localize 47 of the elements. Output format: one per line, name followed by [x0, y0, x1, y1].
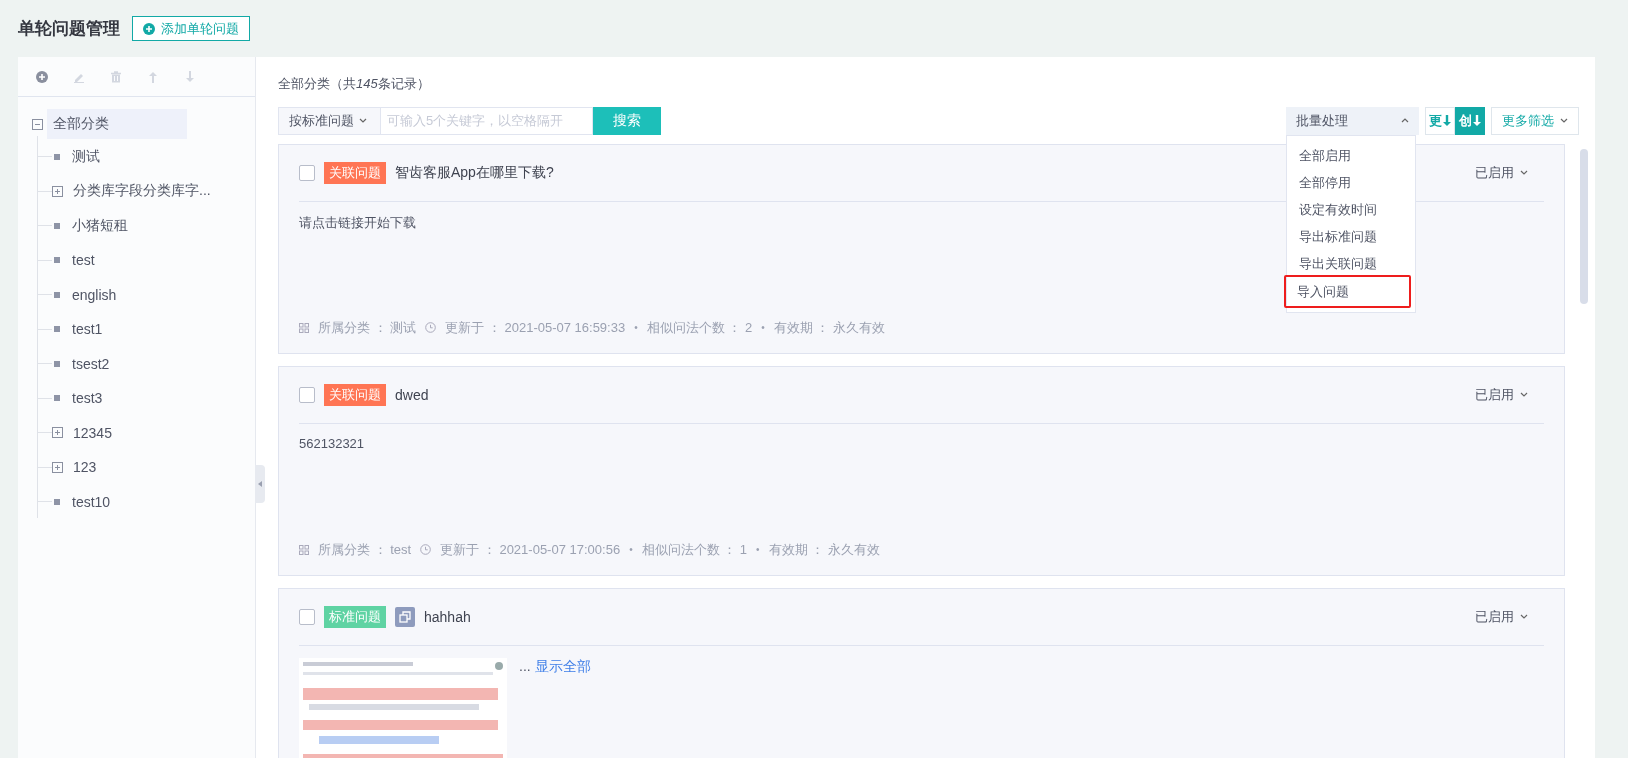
tag-label: 关联问题	[324, 161, 386, 184]
tree-item[interactable]: 分类库字段分类库字...	[73, 177, 217, 206]
batch-dropdown[interactable]: 批量处理	[1286, 106, 1419, 135]
tree-item[interactable]: 测试	[72, 142, 106, 171]
menu-item[interactable]: 设定有效时间	[1287, 193, 1411, 221]
menu-item[interactable]: 全部停用	[1287, 166, 1411, 194]
tree-item[interactable]: 123	[73, 454, 103, 481]
tag-label: 关联问题	[324, 383, 386, 406]
tree-item[interactable]: tsest2	[72, 350, 116, 377]
tree-item[interactable]: english	[72, 281, 123, 308]
menu-item[interactable]: 导入问题	[1284, 274, 1411, 308]
separator-dot: •	[629, 544, 633, 556]
ellipsis-text: ...	[519, 657, 531, 674]
question-title: 智齿客服App在哪里下载?	[395, 163, 554, 182]
record-summary: 全部分类（共145条记录）	[278, 75, 431, 93]
tree-item[interactable]: 全部分类	[47, 109, 187, 140]
tree-item[interactable]: 12345	[73, 419, 118, 446]
meta-text: 更新于 ： 2021-05-07 17:00:56	[440, 540, 621, 559]
meta-text: 所属分类 ： test	[318, 540, 412, 559]
menu-item[interactable]: 导出关联问题	[1287, 247, 1411, 275]
separator-dot: •	[634, 322, 638, 334]
menu-item[interactable]: 导出标准问题	[1287, 220, 1411, 248]
tree-item[interactable]: test1	[72, 316, 109, 343]
meta-text: 相似问法个数 ： 1	[641, 540, 748, 559]
tree-item[interactable]: test10	[72, 488, 117, 515]
meta-text: 所属分类 ： 测试	[318, 318, 417, 337]
tree-item[interactable]: test3	[72, 385, 109, 412]
status-dropdown[interactable]: 已启用	[1469, 606, 1534, 627]
page-title: 单轮问题管理	[18, 18, 120, 40]
meta-text: 有效期 ： 永久有效	[768, 540, 880, 559]
tag-label: 标准问题	[324, 605, 386, 628]
answer-text: 请点击链接开始下载	[299, 213, 417, 232]
meta-text: 有效期 ： 永久有效	[773, 318, 885, 337]
meta-text: 更新于 ： 2021-05-07 16:59:33	[445, 318, 626, 337]
question-title: hahhah	[424, 608, 471, 625]
status-dropdown[interactable]: 已启用	[1469, 162, 1534, 183]
menu-item[interactable]: 全部启用	[1287, 139, 1411, 167]
search-mode-dropdown[interactable]: 按标准问题	[278, 106, 381, 135]
status-dropdown[interactable]: 已启用	[1469, 384, 1534, 405]
separator-dot: •	[756, 544, 760, 556]
meta-text: 相似问法个数 ： 2	[646, 318, 753, 337]
separator-dot: •	[761, 322, 765, 334]
tree-item[interactable]: 小猪短租	[72, 211, 134, 240]
show-all-link[interactable]: 显示全部	[534, 657, 591, 676]
question-title: dwed	[395, 386, 429, 403]
answer-text: 562132321	[299, 435, 366, 451]
tree-item[interactable]: test	[72, 247, 101, 274]
